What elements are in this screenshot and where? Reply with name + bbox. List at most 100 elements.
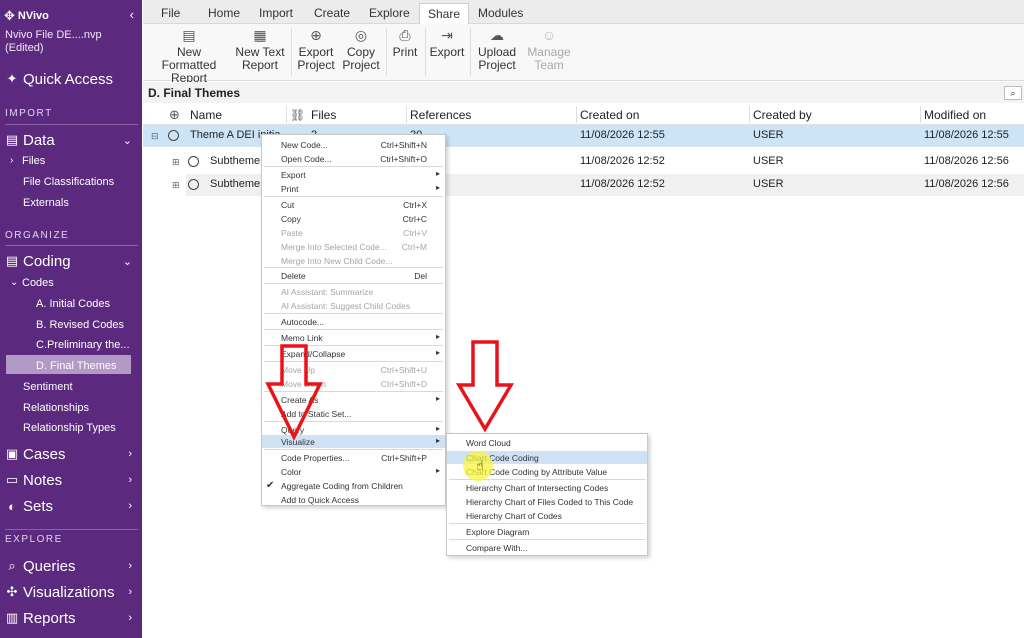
menu-item-open-code[interactable]: Open Code... Ctrl+Shift+O [262,152,445,165]
code-icon [188,156,199,167]
sidebar-files[interactable]: › Files [0,153,142,168]
submenu-arrow-icon: ▸ [435,394,440,403]
menu-label: Open Code... [281,154,332,164]
sidebar-data[interactable]: ▤ Data ⌄ [0,131,142,149]
visualizations-label: Visualizations [23,583,115,601]
menu-shortcut: Ctrl+Shift+U [380,365,427,375]
new-text-report-button[interactable]: ▦ New Text Report [233,24,287,72]
menu-item-memo-link[interactable]: Memo Link ▸ [262,331,445,344]
expand-icon[interactable]: ⊞ [172,157,180,168]
menu-item-paste[interactable]: Paste Ctrl+V [262,226,445,239]
menu-item-word-cloud[interactable]: Word Cloud [447,436,647,449]
menu-item-merge-child[interactable]: Merge Into New Child Code... [262,254,445,267]
sidebar-sentiment[interactable]: Sentiment [0,379,142,394]
menu-item-export[interactable]: Export ▸ [262,168,445,181]
visualizations-icon: ✣ [6,584,18,599]
modified-on: 11/08/2026 12:56 [924,178,1009,190]
chevron-right-icon: › [128,448,132,460]
tab-modules[interactable]: Modules [478,6,523,20]
folder-title: D. Final Themes [148,86,241,100]
sidebar-relationship-types[interactable]: Relationship Types [0,420,142,435]
menu-item-hierarchy-intersecting[interactable]: Hierarchy Chart of Intersecting Codes [447,481,647,494]
chevron-right-icon: › [128,612,132,624]
sidebar-reports[interactable]: ▥ Reports › [0,609,142,627]
menu-label: Hierarchy Chart of Files Coded to This C… [466,497,634,507]
column-header-modified-on[interactable]: Modified on [924,108,986,122]
menu-item-explore-diagram[interactable]: Explore Diagram [447,525,647,538]
sidebar-code-folder[interactable]: B. Revised Codes [0,317,130,332]
menu-item-aggregate[interactable]: ✔ Aggregate Coding from Children [262,479,445,492]
menu-shortcut: Ctrl+V [403,228,427,238]
menu-item-autocode[interactable]: Autocode... [262,315,445,328]
menu-item-merge-selected[interactable]: Merge Into Selected Code... Ctrl+M [262,240,445,253]
sidebar-visualizations[interactable]: ✣ Visualizations › [0,583,142,601]
column-header-created-by[interactable]: Created by [753,108,812,122]
menu-label: Explore Diagram [466,527,530,537]
menu-item-code-properties[interactable]: Code Properties... Ctrl+Shift+P [262,451,445,464]
red-arrow-down-icon [456,340,514,432]
collapse-sidebar-icon[interactable]: ‹ [130,7,134,22]
menu-item-copy[interactable]: Copy Ctrl+C [262,212,445,225]
sidebar-sets[interactable]: ◐ Sets › [0,497,142,515]
submenu-arrow-icon: ▸ [435,348,440,357]
search-icon[interactable]: ⌕ [1004,86,1022,100]
sidebar-code-folder[interactable]: C.Preliminary the... [0,337,130,352]
sidebar: ✥ NVivo ‹ Nvivo File DE....nvp (Edited) … [0,0,142,638]
folder-title-bar: D. Final Themes ⌕ [143,82,1024,103]
export-button[interactable]: ⇥ Export [428,24,466,59]
created-by: USER [753,129,784,141]
menu-item-add-quick-access[interactable]: Add to Quick Access [262,493,445,506]
column-header-files[interactable]: Files [311,108,336,122]
menu-item-ai-suggest[interactable]: AI Assistant: Suggest Child Codes [262,299,445,312]
reports-icon: ▥ [5,610,19,625]
column-header-name[interactable]: Name [190,108,222,122]
tab-import[interactable]: Import [259,6,293,20]
sidebar-relationships[interactable]: Relationships [0,400,142,415]
button-label: Copy [346,45,375,59]
tab-home[interactable]: Home [208,6,240,20]
upload-project-button[interactable]: ☁ Upload Project [475,24,519,72]
sidebar-externals[interactable]: Externals [0,195,142,210]
tab-file[interactable]: File [161,6,180,20]
menu-label: Color [281,467,302,477]
menu-item-hierarchy-codes[interactable]: Hierarchy Chart of Codes [447,509,647,522]
new-formatted-report-button[interactable]: ▤ New Formatted Report [149,24,229,85]
menu-item-cut[interactable]: Cut Ctrl+X [262,198,445,211]
menu-item-color[interactable]: Color ▸ [262,465,445,478]
tab-share[interactable]: Share [419,3,470,24]
menu-shortcut: Ctrl+X [403,200,427,210]
sidebar-file-classifications[interactable]: File Classifications [0,174,142,189]
column-header-created-on[interactable]: Created on [580,108,639,122]
collapse-icon[interactable]: ⊟ [151,131,159,142]
menu-item-new-code[interactable]: New Code... Ctrl+Shift+N [262,138,445,151]
tab-explore[interactable]: Explore [369,6,410,20]
menu-item-print[interactable]: Print ▸ [262,182,445,195]
submenu-arrow-icon: ▸ [435,436,440,445]
column-header-references[interactable]: References [410,108,471,122]
menu-item-delete[interactable]: Delete Del [262,269,445,282]
add-column-icon[interactable]: ⊕ [169,107,180,123]
manage-team-button[interactable]: ☺ Manage Team [526,24,572,72]
sets-icon: ◐ [8,498,16,514]
menu-item-hierarchy-files[interactable]: Hierarchy Chart of Files Coded to This C… [447,495,647,508]
cases-label: Cases [23,445,66,463]
menu-label: Merge Into Selected Code... [281,242,387,252]
sidebar-code-folder-selected[interactable]: D. Final Themes [0,358,130,373]
sidebar-coding[interactable]: ▤ Coding ⌄ [0,252,142,270]
export-project-button[interactable]: ⊕ Export Project [294,24,338,72]
expand-icon[interactable]: ⊞ [172,180,180,191]
copy-project-button[interactable]: ◎ Copy Project [340,24,382,72]
files-label: Files [22,154,46,167]
sidebar-queries[interactable]: ⌕ Queries › [0,557,142,575]
reports-label: Reports [23,609,76,627]
sidebar-quick-access[interactable]: ✦ Quick Access [0,69,142,89]
tab-create[interactable]: Create [314,6,350,20]
sidebar-cases[interactable]: ▣ Cases › [0,445,142,463]
sidebar-codes[interactable]: ⌄ Codes [0,275,142,290]
print-button[interactable]: ⎙ Print [389,24,421,59]
menu-item-ai-summarize[interactable]: AI Assistant: Summarize [262,285,445,298]
sidebar-notes[interactable]: ▭ Notes › [0,471,142,489]
menu-label: Autocode... [281,317,325,327]
menu-item-compare-with[interactable]: Compare With... [447,541,647,554]
sidebar-code-folder[interactable]: A. Initial Codes [0,296,130,311]
